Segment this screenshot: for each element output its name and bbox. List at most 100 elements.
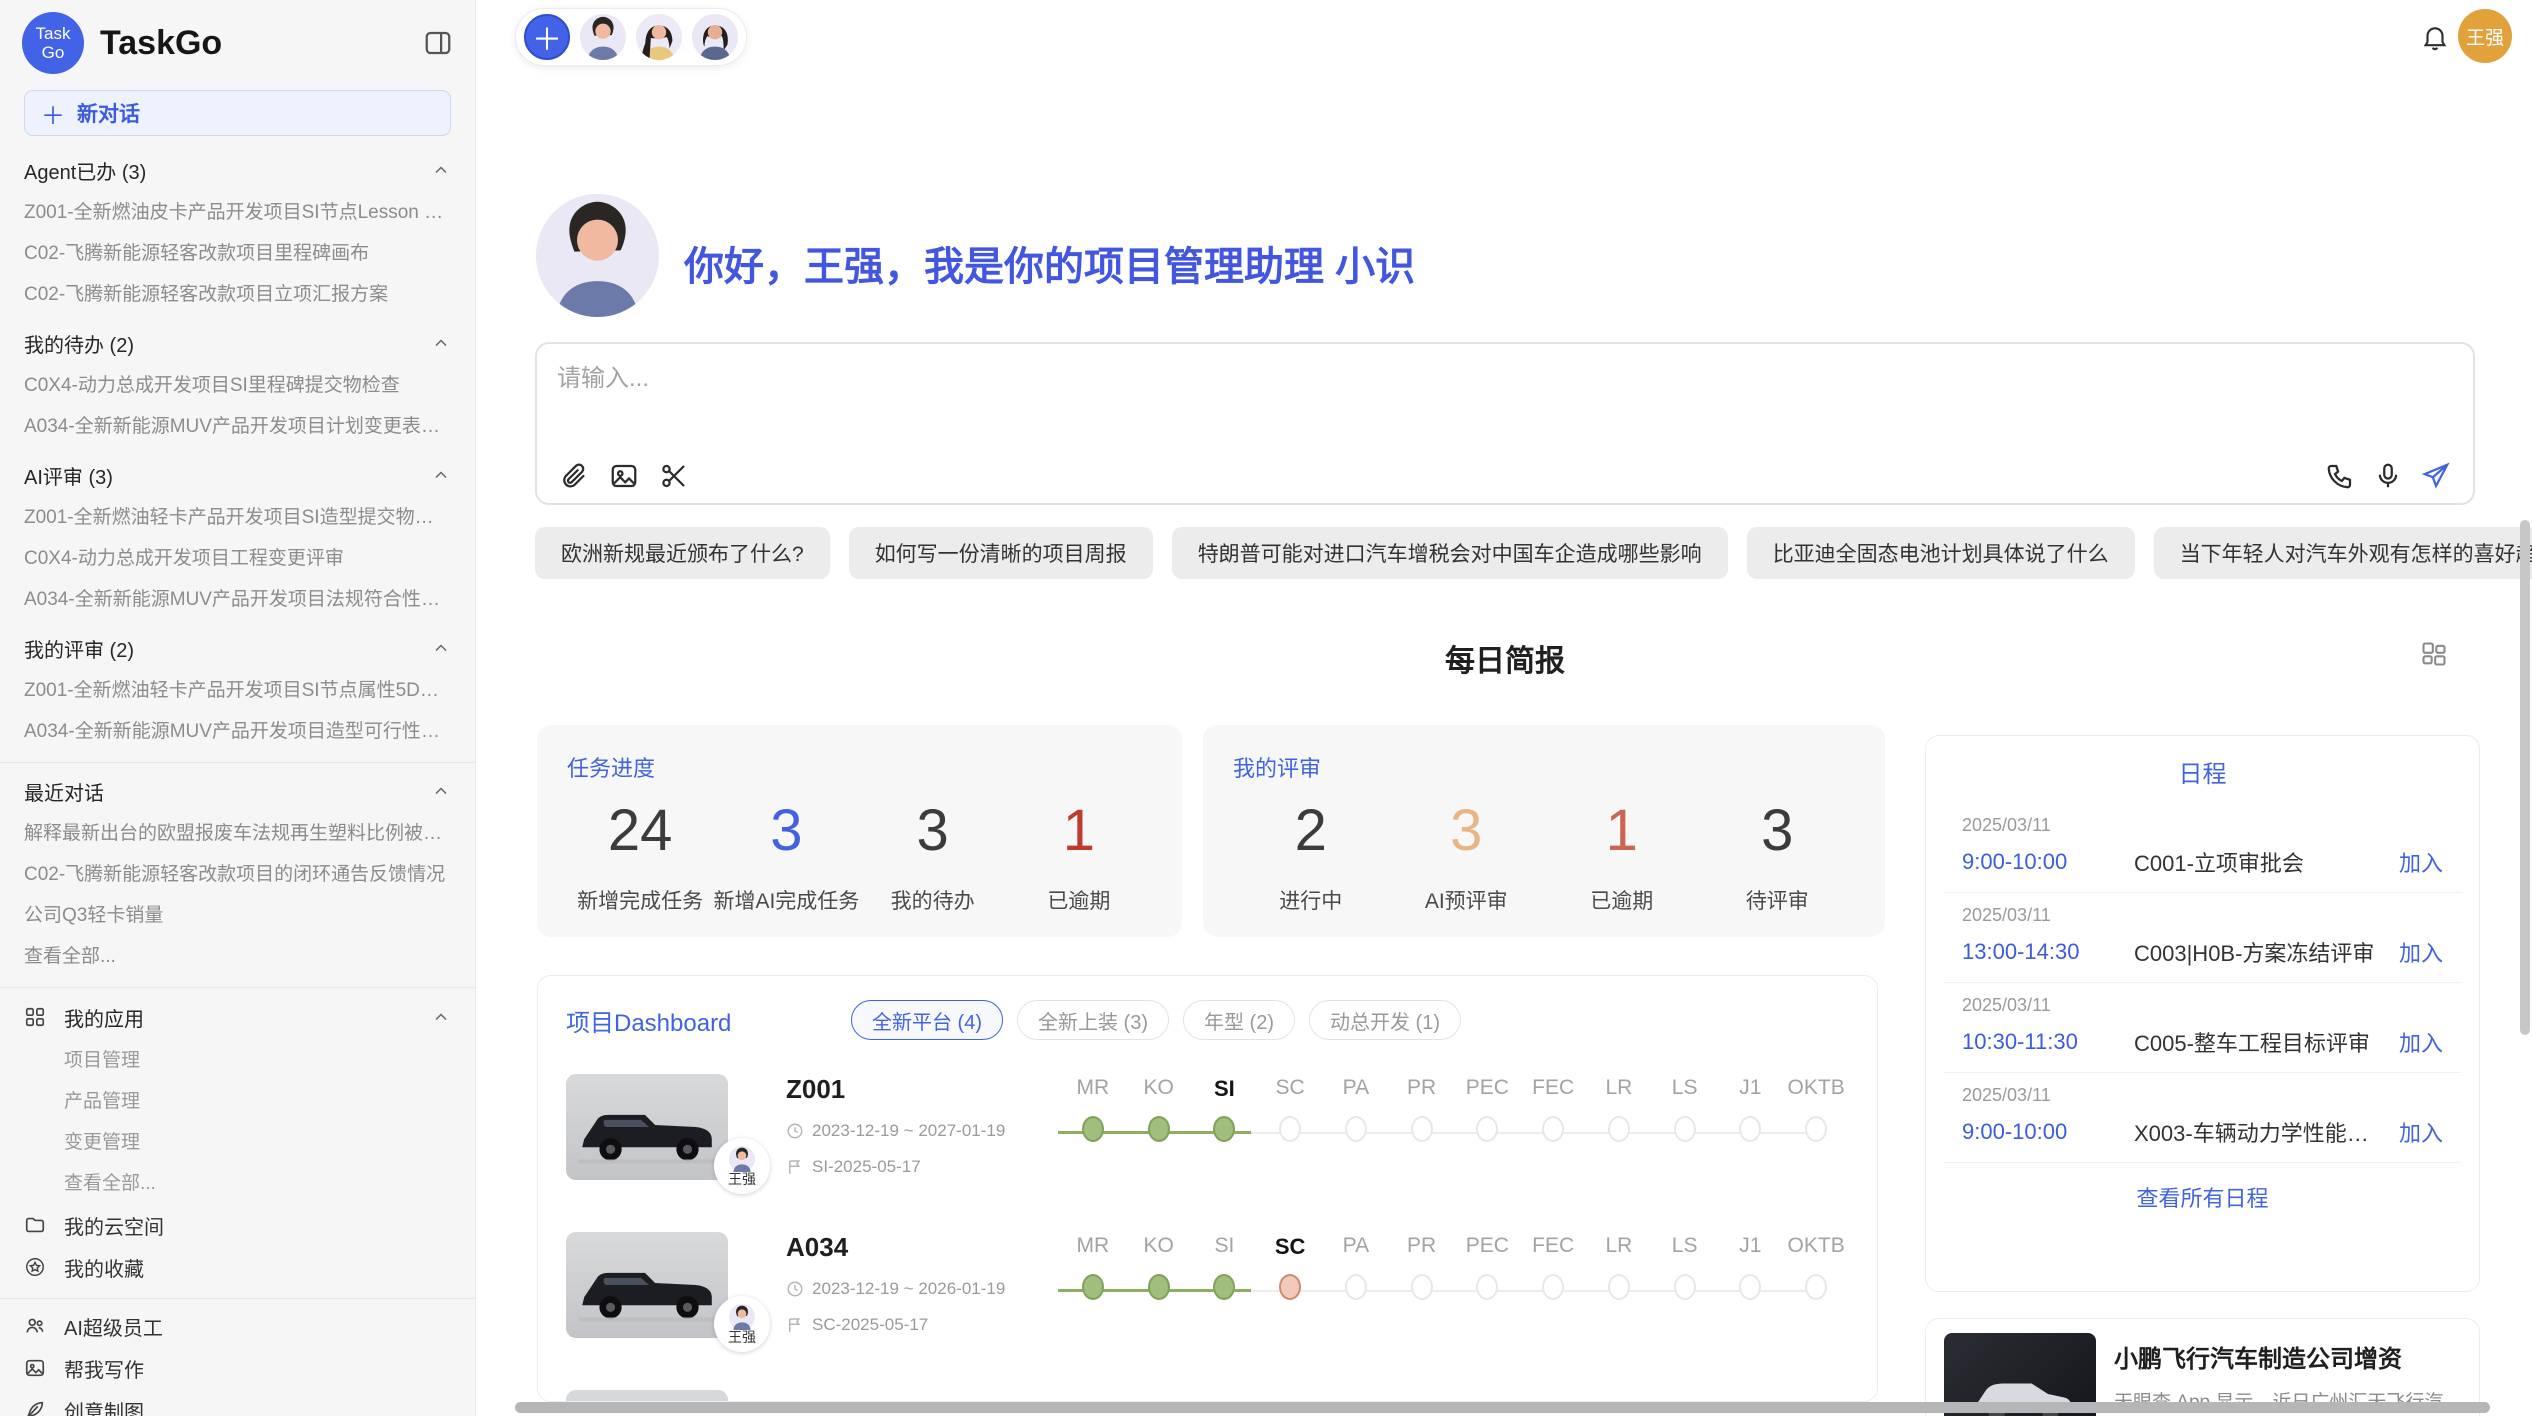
list-item[interactable]: A034-全新新能源MUV产品开发项目计划变更表编写 (24, 406, 451, 447)
section-ai-review[interactable]: AI评审 (3) (24, 453, 451, 497)
suggestion-chips: 欧洲新规最近颁布了什么? 如何写一份清晰的项目周报 特朗普可能对进口汽车增税会对… (535, 527, 2479, 579)
milestone-dot[interactable] (1739, 1116, 1761, 1142)
image-upload-icon[interactable] (609, 461, 639, 491)
suggestion-chip[interactable]: 特朗普可能对进口汽车增税会对中国车企造成哪些影响 (1172, 527, 1728, 579)
tab-new-platform[interactable]: 全新平台 (4) (851, 1000, 1003, 1040)
greeting-text: 你好，王强，我是你的项目管理助理 小识 (684, 234, 1415, 292)
section-my-review[interactable]: 我的评审 (2) (24, 626, 451, 670)
chevron-up-icon[interactable] (431, 160, 451, 180)
sidebar-item-write[interactable]: 帮我写作 (24, 1347, 451, 1389)
milestone-dot[interactable] (1542, 1116, 1564, 1142)
user-avatar[interactable]: 王强 (2458, 9, 2512, 63)
section-agent-done[interactable]: Agent已办 (3) (24, 148, 451, 192)
project-row-z001[interactable]: 王强 Z001 2023-12-19 ~ 2027-01-19 SI-2025-… (566, 1074, 1849, 1180)
list-item[interactable]: A034-全新新能源MUV产品开发项目法规符合性评审 (24, 579, 451, 620)
suggestion-chip[interactable]: 比亚迪全固态电池计划具体说了什么 (1747, 527, 2135, 579)
notification-bell-icon[interactable] (2420, 22, 2450, 52)
list-item[interactable]: C0X4-动力总成开发项目工程变更评审 (24, 538, 451, 579)
chat-input[interactable] (557, 358, 2437, 448)
phone-icon[interactable] (2325, 461, 2355, 491)
milestone-dot[interactable] (1608, 1274, 1630, 1300)
tab-powertrain[interactable]: 动总开发 (1) (1309, 1000, 1461, 1040)
sidebar-item-favorites[interactable]: 我的收藏 (24, 1246, 451, 1288)
stat-label: AI预评审 (1389, 885, 1545, 915)
list-item[interactable]: A034-全新新能源MUV产品开发项目造型可行性评审 (24, 711, 451, 752)
suggestion-chip[interactable]: 如何写一份清晰的项目周报 (849, 527, 1153, 579)
milestone-dot[interactable] (1805, 1116, 1827, 1142)
chevron-up-icon[interactable] (431, 465, 451, 485)
join-link[interactable]: 加入 (2399, 1116, 2443, 1148)
milestone-dot[interactable] (1411, 1116, 1433, 1142)
milestone-dot[interactable] (1476, 1274, 1498, 1300)
chevron-up-icon[interactable] (431, 1007, 451, 1027)
app-item-change[interactable]: 变更管理 (24, 1122, 451, 1163)
suggestion-chip[interactable]: 当下年轻人对汽车外观有怎样的喜好趋势 (2154, 527, 2532, 579)
tab-model-year[interactable]: 年型 (2) (1183, 1000, 1295, 1040)
join-link[interactable]: 加入 (2399, 846, 2443, 878)
stat-label: 已逾期 (1544, 885, 1700, 915)
milestone-dot[interactable] (1674, 1116, 1696, 1142)
milestone-dot-done[interactable] (1082, 1116, 1104, 1142)
list-item[interactable]: C02-飞腾新能源轻客改款项目里程碑画布 (24, 233, 451, 274)
tab-new-body[interactable]: 全新上装 (3) (1017, 1000, 1169, 1040)
event-date: 2025/03/11 (1962, 1085, 2443, 1106)
agent-avatar-2[interactable] (636, 14, 682, 60)
view-all-schedule-link[interactable]: 查看所有日程 (1926, 1181, 2479, 1213)
list-item[interactable]: C02-飞腾新能源轻客改款项目立项汇报方案 (24, 274, 451, 315)
milestone-dot-done[interactable] (1148, 1116, 1170, 1142)
chevron-up-icon[interactable] (431, 781, 451, 801)
milestone-dot[interactable] (1608, 1116, 1630, 1142)
milestone-dot-done[interactable] (1082, 1274, 1104, 1300)
join-link[interactable]: 加入 (2399, 936, 2443, 968)
vertical-scrollbar[interactable] (2520, 520, 2530, 1035)
list-item[interactable]: 解释最新出台的欧盟报废车法规再生塑料比例被调至15%... (24, 813, 451, 854)
list-item[interactable]: 公司Q3轻卡销量 (24, 895, 451, 936)
sidebar-item-ai-staff[interactable]: AI超级员工 (24, 1305, 451, 1347)
milestone-dot-done[interactable] (1148, 1274, 1170, 1300)
milestone-dot[interactable] (1805, 1274, 1827, 1300)
attachment-icon[interactable] (559, 461, 589, 491)
suggestion-chip[interactable]: 欧洲新规最近颁布了什么? (535, 527, 830, 579)
agent-avatar-1[interactable] (580, 14, 626, 60)
list-item[interactable]: Z001-全新燃油轻卡产品开发项目SI节点属性5D文件评审 (24, 670, 451, 711)
app-item-product[interactable]: 产品管理 (24, 1081, 451, 1122)
section-recent-chats[interactable]: 最近对话 (24, 769, 451, 813)
horizontal-scrollbar[interactable] (515, 1402, 2490, 1413)
view-all-chats[interactable]: 查看全部... (24, 936, 451, 977)
microphone-icon[interactable] (2373, 461, 2403, 491)
section-my-apps[interactable]: 我的应用 (24, 994, 451, 1040)
milestone-dot[interactable] (1739, 1274, 1761, 1300)
project-row-a034[interactable]: 王强 A034 2023-12-19 ~ 2026-01-19 SC-2025-… (566, 1232, 1849, 1338)
list-item[interactable]: Z001-全新燃油皮卡产品开发项目SI节点Lesson Learn报告 (24, 192, 451, 233)
milestone-dot[interactable] (1345, 1116, 1367, 1142)
view-all-apps[interactable]: 查看全部... (24, 1163, 451, 1204)
app-item-project[interactable]: 项目管理 (24, 1040, 451, 1081)
list-item[interactable]: C0X4-动力总成开发项目SI里程碑提交物检查 (24, 365, 451, 406)
chevron-up-icon[interactable] (431, 333, 451, 353)
milestone-dot[interactable] (1345, 1274, 1367, 1300)
sidebar-collapse-icon[interactable] (423, 28, 453, 58)
chevron-up-icon[interactable] (431, 638, 451, 658)
milestone-dot-overdue[interactable] (1279, 1274, 1301, 1300)
stat-overdue: 1 已逾期 (1006, 791, 1152, 915)
agent-avatar-3[interactable] (692, 14, 738, 60)
milestone-dot[interactable] (1476, 1116, 1498, 1142)
layout-grid-icon[interactable] (2420, 640, 2448, 668)
milestone-dot-current[interactable] (1213, 1116, 1235, 1142)
send-icon[interactable] (2421, 461, 2451, 491)
list-item[interactable]: C02-飞腾新能源轻客改款项目的闭环通告反馈情况 (24, 854, 451, 895)
add-agent-button[interactable]: ＋ (524, 14, 570, 60)
milestone-dot[interactable] (1674, 1274, 1696, 1300)
milestone-dot[interactable] (1279, 1116, 1301, 1142)
new-chat-button[interactable]: ＋ 新对话 (24, 90, 451, 136)
sidebar-item-creative[interactable]: 创意制图 (24, 1389, 451, 1416)
milestone-dot[interactable] (1542, 1274, 1564, 1300)
section-my-todo[interactable]: 我的待办 (2) (24, 321, 451, 365)
join-link[interactable]: 加入 (2399, 1026, 2443, 1058)
scissors-icon[interactable] (659, 461, 689, 491)
milestone-dot[interactable] (1411, 1274, 1433, 1300)
logo-line2: Go (42, 43, 65, 62)
list-item[interactable]: Z001-全新燃油轻卡产品开发项目SI造型提交物评审 (24, 497, 451, 538)
sidebar-item-cloud[interactable]: 我的云空间 (24, 1204, 451, 1246)
milestone-dot-done[interactable] (1213, 1274, 1235, 1300)
